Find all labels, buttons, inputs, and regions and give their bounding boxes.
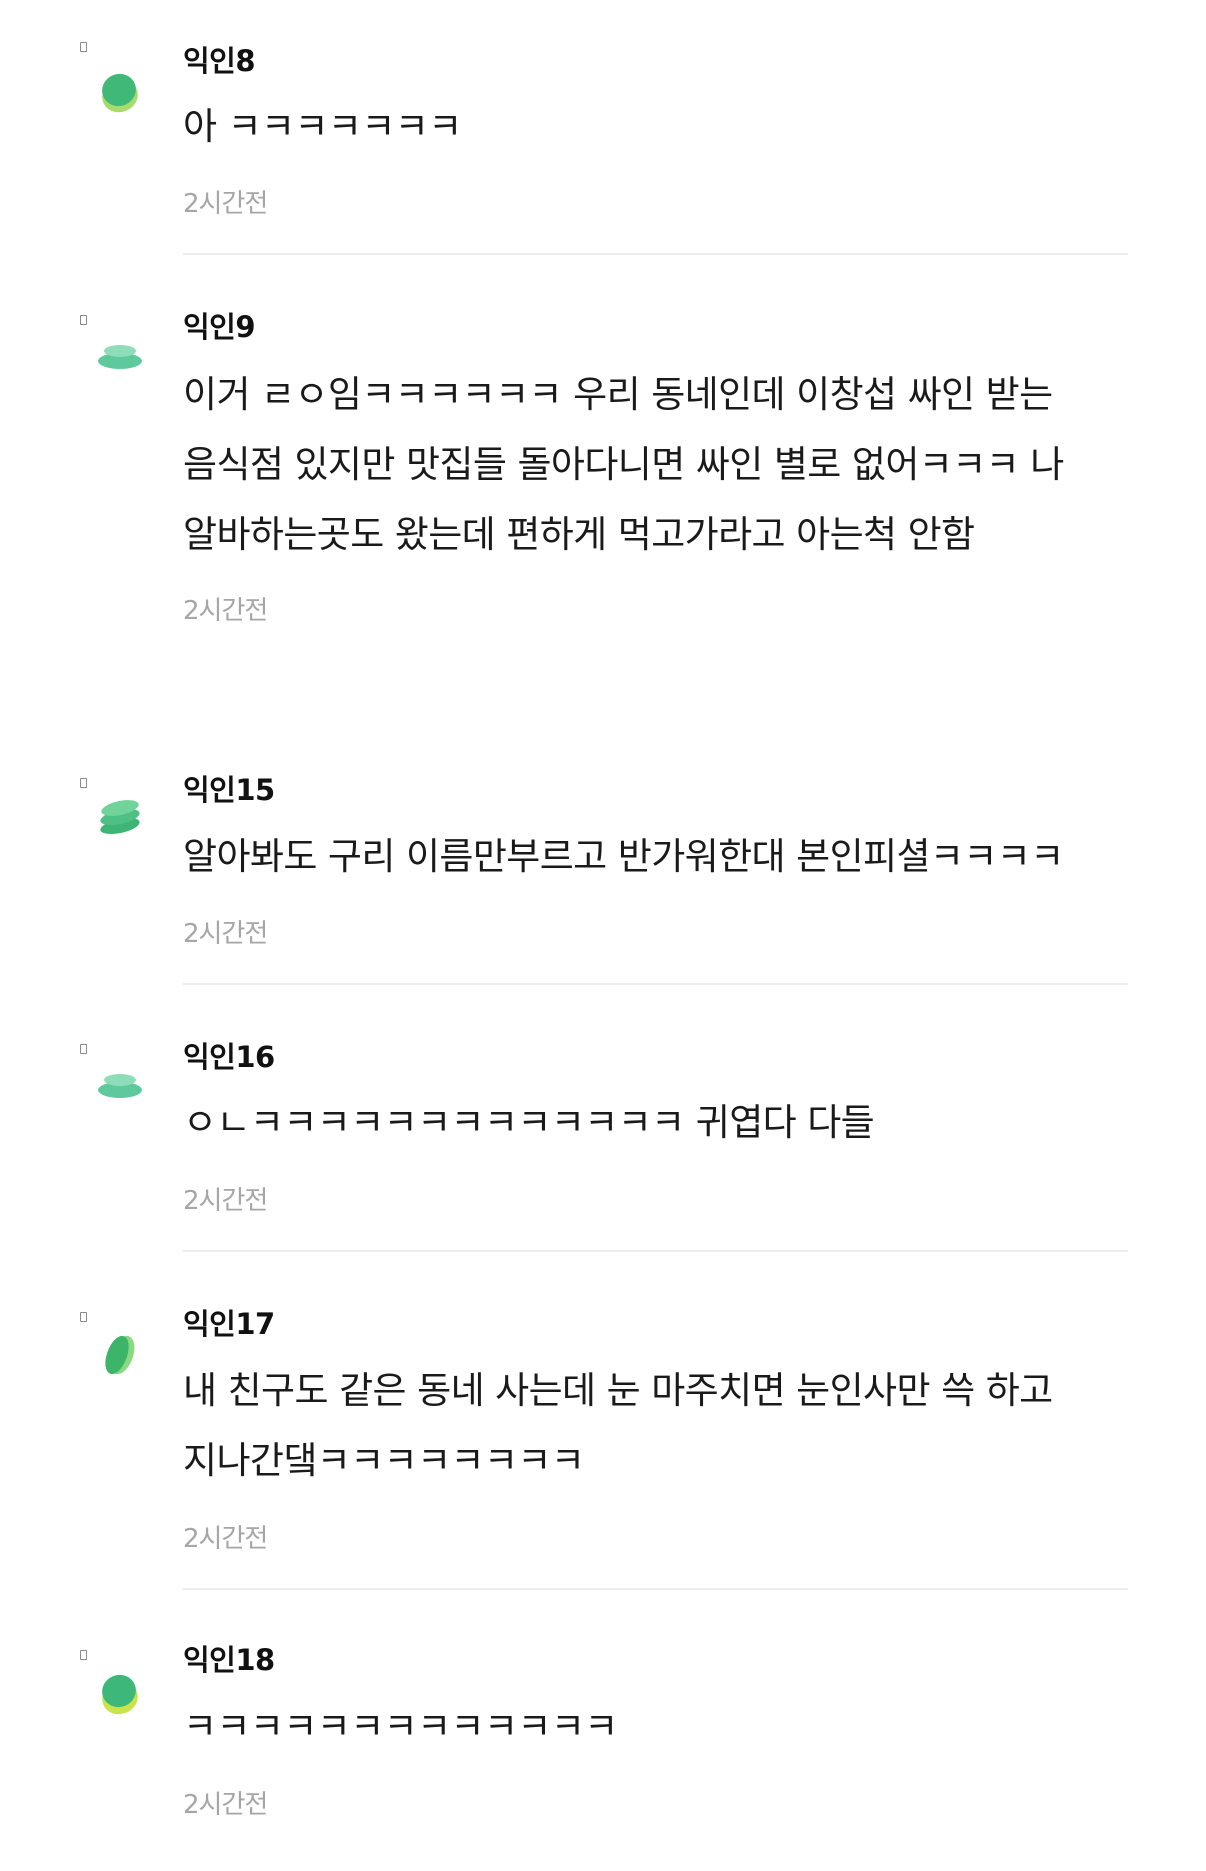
mint-disc-stack-icon — [92, 330, 148, 386]
comment-text: 이거 ㄹㅇ임ㅋㅋㅋㅋㅋㅋ 우리 동네인데 이창섭 싸인 받는 음식점 있지만 맛… — [183, 373, 1064, 556]
comment-marker-icon — [80, 42, 87, 52]
green-coin-stack-icon — [92, 1664, 148, 1720]
comment-author[interactable]: 익인8 — [183, 44, 256, 78]
green-coin-stack-icon — [92, 62, 148, 118]
comment-timestamp: 2시간전 — [183, 596, 268, 626]
comment-feed: 익인8 아 ㅋㅋㅋㅋㅋㅋㅋ 2시간전 익인9 이거 ㄹㅇ임ㅋㅋㅋㅋㅋㅋ 우리 동… — [0, 0, 1206, 1871]
mint-disc-stack-icon — [92, 1059, 148, 1115]
comment-divider — [183, 983, 1128, 985]
comment-divider — [183, 253, 1128, 255]
comment-text: ㅋㅋㅋㅋㅋㅋㅋㅋㅋㅋㅋㅋㅋ — [183, 1705, 618, 1748]
comment-author[interactable]: 익인9 — [183, 310, 256, 344]
comment-author[interactable]: 익인17 — [183, 1307, 275, 1341]
comment-text: 내 친구도 같은 동네 사는데 눈 마주치면 눈인사만 쓱 하고 지나간댘ㅋㅋㅋ… — [183, 1369, 1053, 1482]
comment-text: ㅇㄴㅋㅋㅋㅋㅋㅋㅋㅋㅋㅋㅋㅋㅋ 귀엽다 다들 — [183, 1101, 875, 1144]
comment-marker-icon — [80, 315, 87, 325]
comment-timestamp: 2시간전 — [183, 1524, 268, 1554]
comment-text: 아 ㅋㅋㅋㅋㅋㅋㅋ — [183, 105, 462, 148]
comment-author[interactable]: 익인18 — [183, 1643, 275, 1677]
comment-divider — [183, 1588, 1128, 1590]
comment-author[interactable]: 익인16 — [183, 1040, 275, 1074]
green-layer-stack-icon — [92, 788, 148, 844]
comment-timestamp: 2시간전 — [183, 1186, 268, 1216]
comment-marker-icon — [80, 1044, 87, 1054]
comment-timestamp: 2시간전 — [183, 919, 268, 949]
comment-marker-icon — [80, 778, 87, 788]
comment-timestamp: 2시간전 — [183, 189, 268, 219]
comment-text: 알아봐도 구리 이름만부르고 반가워한대 본인피셜ㅋㅋㅋㅋ — [183, 835, 1064, 878]
comment-timestamp: 2시간전 — [183, 1790, 268, 1820]
green-tilted-coin-icon — [92, 1327, 148, 1383]
comment-marker-icon — [80, 1650, 87, 1660]
comment-author[interactable]: 익인15 — [183, 773, 275, 807]
comment-marker-icon — [80, 1312, 87, 1322]
comment-divider — [183, 1250, 1128, 1252]
